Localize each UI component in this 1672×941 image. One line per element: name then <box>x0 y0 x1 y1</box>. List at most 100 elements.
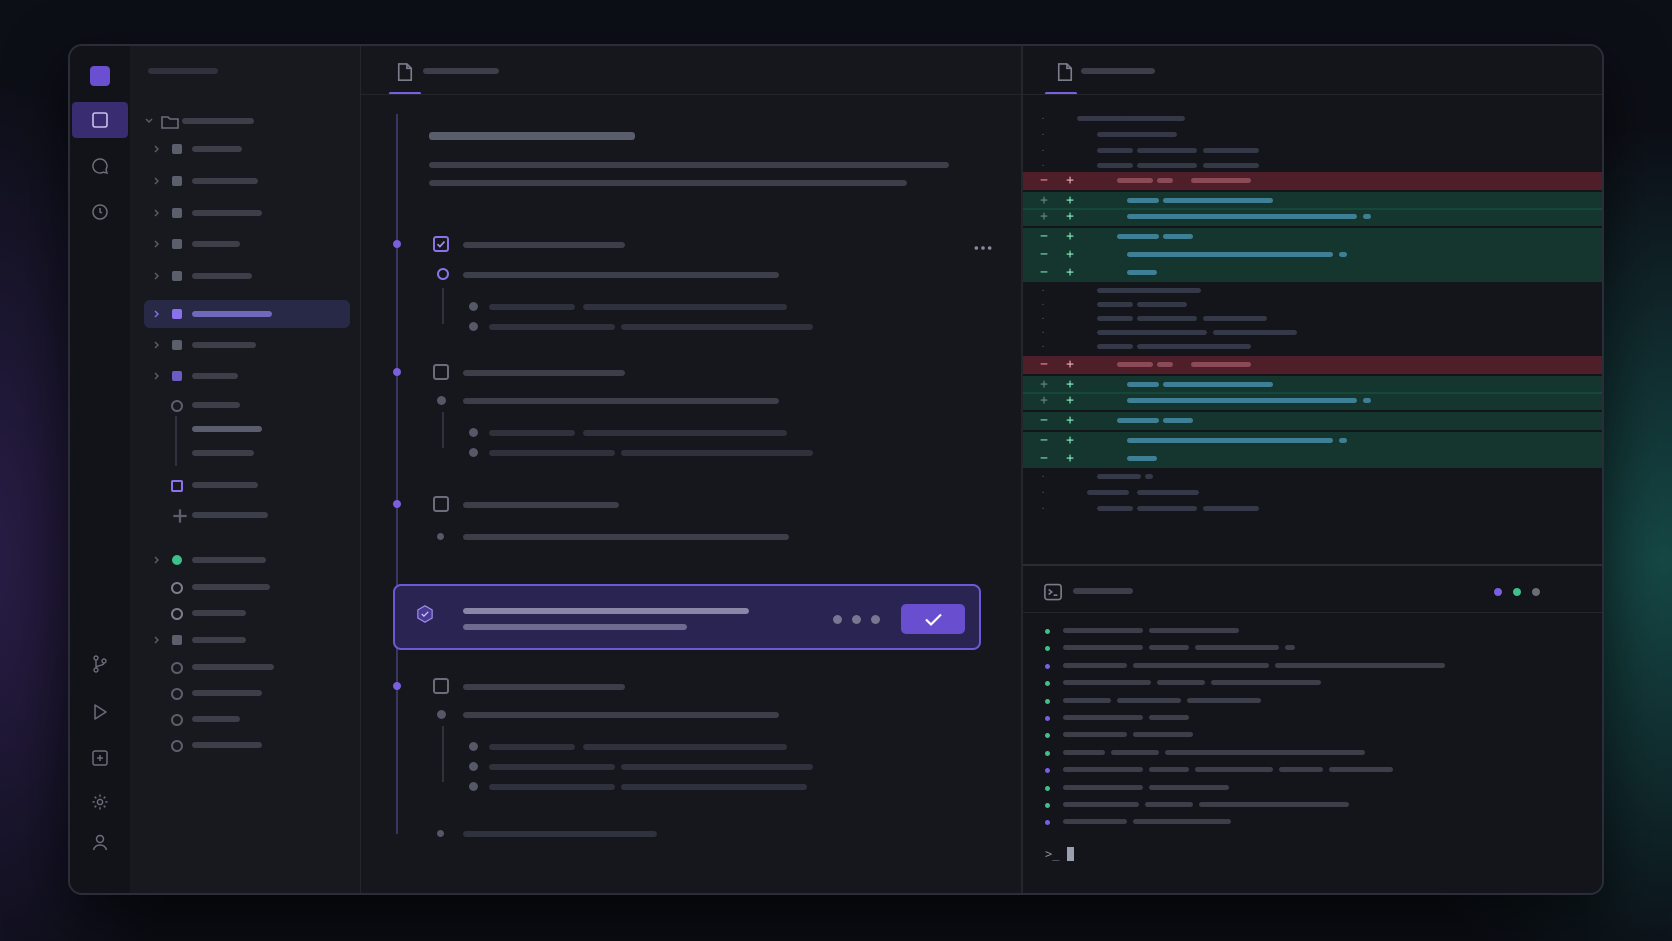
progress-dot <box>871 615 880 624</box>
timeline-node <box>393 500 401 508</box>
status-indicator-gray <box>1532 588 1540 596</box>
tree-item-label[interactable] <box>192 610 246 616</box>
minus-icon: − <box>1040 357 1048 372</box>
step-checkbox[interactable] <box>433 496 449 512</box>
terminal-cursor[interactable] <box>1067 847 1074 861</box>
code-token <box>1127 438 1333 443</box>
step-checkbox-checked[interactable] <box>433 236 449 252</box>
tree-item-label[interactable] <box>192 210 262 216</box>
chevron-right-icon[interactable] <box>152 239 162 249</box>
plus-icon: + <box>1040 209 1048 224</box>
output-text <box>1157 680 1205 686</box>
plus-icon[interactable] <box>170 506 187 523</box>
terminal-panel[interactable]: >_ <box>1023 566 1602 893</box>
file-status-icon <box>171 714 183 726</box>
substep-bullet <box>469 762 478 771</box>
output-text <box>1149 628 1239 633</box>
substep-detail <box>621 764 813 770</box>
tree-item-label[interactable] <box>192 311 272 317</box>
more-horizontal-icon[interactable] <box>973 238 992 250</box>
run-icon[interactable] <box>90 702 110 722</box>
tree-item-label[interactable] <box>192 373 238 379</box>
explorer-icon[interactable] <box>90 110 110 130</box>
chevron-right-icon[interactable] <box>152 371 162 381</box>
tree-item-label[interactable] <box>192 664 274 670</box>
tree-item-label[interactable] <box>192 146 242 152</box>
account-icon[interactable] <box>90 832 110 852</box>
output-text <box>1063 767 1143 773</box>
plus-icon: + <box>1066 357 1074 372</box>
tree-item-label[interactable] <box>192 402 240 408</box>
tree-item-label[interactable] <box>192 273 252 279</box>
step-checkbox[interactable] <box>433 678 449 694</box>
approve-button[interactable] <box>901 604 965 634</box>
status-indicator-purple <box>1494 588 1502 596</box>
tree-item-label[interactable] <box>192 241 240 247</box>
approval-request-card[interactable] <box>393 584 981 650</box>
output-status-dot <box>1045 785 1050 791</box>
output-text <box>1133 662 1269 668</box>
chevron-right-icon[interactable] <box>152 271 162 281</box>
settings-icon[interactable] <box>90 792 110 812</box>
tree-item-label[interactable] <box>192 512 268 518</box>
plus-icon: + <box>1066 413 1074 428</box>
chevron-right-icon[interactable] <box>152 309 162 319</box>
substep-guide <box>442 412 444 448</box>
tree-item-label[interactable] <box>192 342 256 348</box>
diff-line-deleted[interactable]: − + <box>1023 172 1602 190</box>
diff-line[interactable]: · <box>1023 338 1602 356</box>
tree-item-label[interactable] <box>192 482 258 488</box>
step-checkbox[interactable] <box>433 364 449 380</box>
chevron-right-icon[interactable] <box>152 144 162 154</box>
source-control-icon[interactable] <box>90 654 110 674</box>
chevron-right-icon[interactable] <box>152 208 162 218</box>
diff-line-added[interactable]: − + <box>1023 264 1602 282</box>
chevron-right-icon[interactable] <box>152 340 162 350</box>
tree-item-label[interactable] <box>192 584 270 590</box>
chevron-right-icon[interactable] <box>152 635 162 645</box>
extensions-icon[interactable] <box>90 748 110 768</box>
tree-item-label[interactable] <box>192 716 240 722</box>
history-icon[interactable] <box>90 202 110 222</box>
diff-line-added[interactable]: − + <box>1023 246 1602 264</box>
code-token <box>1203 163 1259 168</box>
output-text <box>1063 715 1143 720</box>
step-title <box>463 242 625 248</box>
task-plan-panel <box>361 46 1023 893</box>
diff-line-added[interactable]: − + <box>1023 412 1602 430</box>
output-text <box>1187 697 1261 703</box>
output-text <box>1063 645 1143 651</box>
plan-description-line <box>429 162 949 168</box>
chat-icon[interactable] <box>90 156 110 176</box>
tree-item-label[interactable] <box>192 637 246 643</box>
approval-title <box>463 608 749 614</box>
diff-tab-title[interactable] <box>1081 68 1155 74</box>
tree-item-label[interactable] <box>192 426 262 432</box>
diff-line-added[interactable]: + + <box>1023 392 1602 410</box>
substep-label <box>463 534 789 540</box>
diff-line-deleted[interactable]: − + <box>1023 356 1602 374</box>
terminal-divider <box>1023 612 1602 613</box>
diff-line-added[interactable]: − + <box>1023 432 1602 450</box>
tree-item-label[interactable] <box>192 178 258 184</box>
diff-line-added[interactable]: − + <box>1023 450 1602 468</box>
chevron-right-icon[interactable] <box>152 555 162 565</box>
terminal-tab-title[interactable] <box>1073 588 1133 594</box>
file-type-icon <box>172 555 182 565</box>
tree-item-label[interactable] <box>192 450 254 456</box>
chevron-down-icon[interactable] <box>144 116 154 126</box>
chevron-right-icon[interactable] <box>152 176 162 186</box>
editor-tab-title[interactable] <box>423 68 499 74</box>
tree-item-label[interactable] <box>192 557 266 563</box>
root-folder-name[interactable] <box>182 118 254 124</box>
substep-bullet <box>469 322 478 331</box>
file-status-icon <box>171 662 183 674</box>
tree-item-label[interactable] <box>192 690 262 696</box>
diff-line[interactable]: · <box>1023 500 1602 518</box>
plus-icon: + <box>1066 451 1074 466</box>
substep-bullet <box>469 428 478 437</box>
tree-item-label[interactable] <box>192 742 262 748</box>
diff-line-added[interactable]: − + <box>1023 228 1602 246</box>
output-status-dot <box>1045 698 1050 704</box>
diff-line-added[interactable]: + + <box>1023 208 1602 226</box>
